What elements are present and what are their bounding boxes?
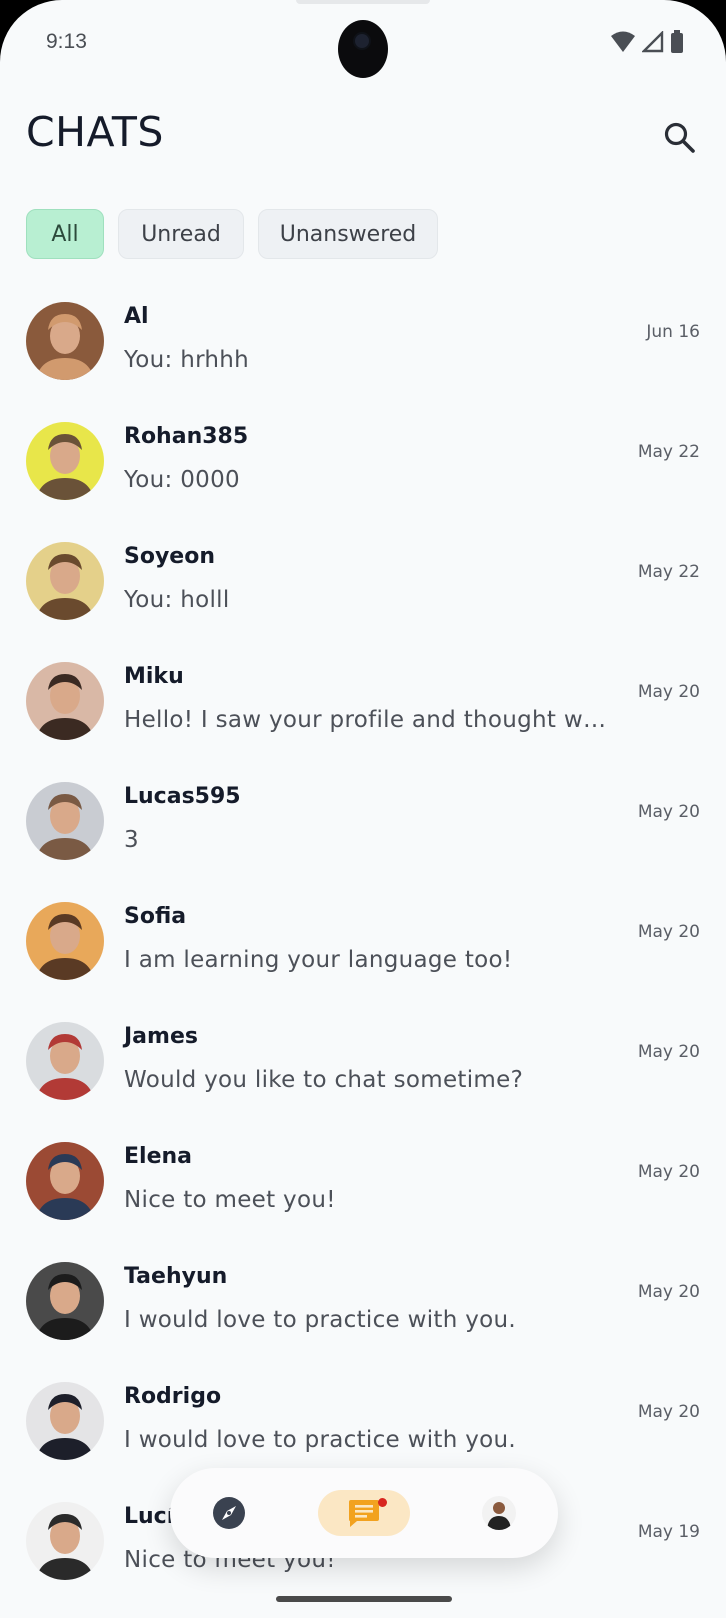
status-bar: 9:13: [0, 0, 726, 86]
profile-avatar-icon: [482, 1496, 516, 1530]
chat-preview: You: 0000: [124, 467, 240, 493]
chat-list: Al You: hrhhh Jun 16 Rohan385 You: 0000 May 2…: [0, 290, 726, 1610]
chip-label: All: [51, 221, 79, 247]
chat-row[interactable]: Rohan385 You: 0000 May 22: [0, 410, 726, 530]
chat-date: May 20: [637, 1282, 700, 1302]
chat-date: May 22: [637, 562, 700, 582]
avatar: [26, 902, 104, 980]
nav-chats-button[interactable]: [318, 1490, 410, 1536]
chat-preview: You: holll: [124, 587, 230, 613]
chat-date: May 19: [637, 1522, 700, 1542]
avatar: [26, 422, 104, 500]
wifi-icon: [611, 31, 635, 52]
page-title: CHATS: [26, 108, 164, 156]
nav-profile-avatar[interactable]: [482, 1496, 516, 1530]
unread-badge: [378, 1498, 387, 1507]
chat-bubble-icon: [349, 1500, 379, 1527]
filter-unread-chip[interactable]: Unread: [118, 209, 244, 259]
avatar: [26, 542, 104, 620]
chat-name: Lucas595: [124, 784, 241, 809]
chat-name: Soyeon: [124, 544, 215, 569]
filter-chips: All Unread Unanswered: [26, 209, 438, 259]
chat-name: Rohan385: [124, 424, 249, 449]
avatar: [26, 1142, 104, 1220]
chat-date: May 20: [637, 922, 700, 942]
chat-name: Sofia: [124, 904, 187, 929]
avatar: [26, 782, 104, 860]
chat-name: Taehyun: [124, 1264, 228, 1289]
chat-preview: Hello! I saw your profile and thought we…: [124, 707, 620, 733]
avatar: [26, 1382, 104, 1460]
chat-date: May 20: [637, 1162, 700, 1182]
battery-icon: [671, 30, 683, 53]
avatar: [26, 1502, 104, 1580]
nav-explore-button[interactable]: [212, 1496, 246, 1530]
avatar: [26, 662, 104, 740]
chat-preview: You: hrhhh: [124, 347, 250, 373]
chat-row[interactable]: Taehyun I would love to practice with you…: [0, 1250, 726, 1370]
chat-name: Miku: [124, 664, 184, 689]
search-icon: [664, 122, 695, 153]
chat-preview: I would love to practice with you.: [124, 1307, 516, 1333]
avatar: [26, 302, 104, 380]
search-button[interactable]: [662, 120, 698, 156]
chat-preview: Would you like to chat sometime?: [124, 1067, 524, 1093]
chip-label: Unread: [141, 221, 221, 247]
chat-row[interactable]: Elena Nice to meet you! May 20: [0, 1130, 726, 1250]
chat-row[interactable]: Miku Hello! I saw your profile and though…: [0, 650, 726, 770]
app-screen: 9:13 CHATS All Unread Unanswered Al You:…: [0, 0, 726, 1618]
front-camera: [338, 20, 388, 78]
chat-preview: I would love to practice with you.: [124, 1427, 516, 1453]
compass-icon: [213, 1497, 245, 1529]
chat-date: May 20: [637, 802, 700, 822]
chat-row[interactable]: Lucas595 3 May 20: [0, 770, 726, 890]
chat-date: May 20: [637, 682, 700, 702]
chat-name: James: [124, 1024, 198, 1049]
signal-icon: [642, 31, 664, 53]
filter-all-chip[interactable]: All: [26, 209, 104, 259]
chat-row[interactable]: James Would you like to chat sometime? May…: [0, 1010, 726, 1130]
chat-preview: Nice to meet you!: [124, 1187, 336, 1213]
chat-row[interactable]: Sofia I am learning your language too! May…: [0, 890, 726, 1010]
chat-name: Rodrigo: [124, 1384, 222, 1409]
status-icons: [610, 30, 684, 54]
chat-preview: I am learning your language too!: [124, 947, 513, 973]
gesture-handle[interactable]: [276, 1596, 452, 1602]
chat-name: Al: [124, 304, 149, 329]
filter-unanswered-chip[interactable]: Unanswered: [258, 209, 438, 259]
chat-row[interactable]: Al You: hrhhh Jun 16: [0, 290, 726, 410]
chip-label: Unanswered: [279, 221, 417, 247]
status-time: 9:13: [46, 30, 87, 53]
bottom-navigation: [170, 1468, 558, 1558]
chat-preview: 3: [124, 827, 139, 853]
chat-name: Elena: [124, 1144, 192, 1169]
avatar: [26, 1022, 104, 1100]
chat-date: May 22: [637, 442, 700, 462]
chat-date: May 20: [637, 1402, 700, 1422]
chat-row[interactable]: Soyeon You: holll May 22: [0, 530, 726, 650]
chat-date: Jun 16: [646, 322, 700, 342]
avatar: [26, 1262, 104, 1340]
chat-date: May 20: [637, 1042, 700, 1062]
